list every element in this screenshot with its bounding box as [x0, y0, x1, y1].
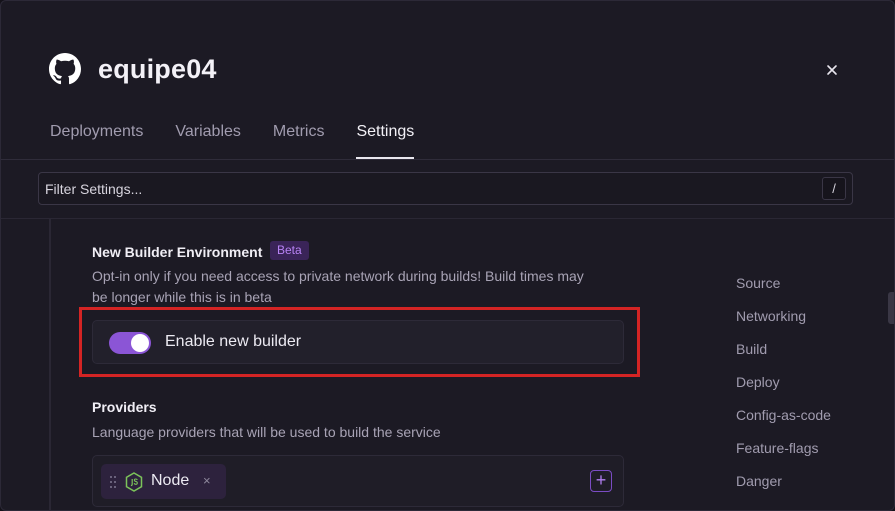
sidenav-item-config-as-code[interactable]: Config-as-code — [736, 405, 831, 438]
providers-card: Node × + — [92, 455, 624, 507]
sidenav-item-source[interactable]: Source — [736, 273, 831, 306]
builder-description-line1: Opt-in only if you need access to privat… — [92, 268, 584, 284]
service-settings-panel: equipe04 Deployments Variables Metrics S… — [0, 0, 895, 511]
builder-section-title: New Builder Environment — [92, 244, 263, 260]
tab-metrics[interactable]: Metrics — [273, 123, 325, 159]
toggle-knob — [131, 334, 149, 352]
tab-deployments[interactable]: Deployments — [50, 123, 143, 159]
builder-toggle-card: Enable new builder — [92, 320, 624, 364]
tab-bar: Deployments Variables Metrics Settings — [50, 123, 446, 159]
service-header: equipe04 — [49, 53, 217, 85]
filter-settings-input[interactable] — [45, 173, 805, 204]
tab-variables[interactable]: Variables — [175, 123, 241, 159]
close-icon[interactable] — [823, 61, 841, 79]
filter-settings-bar: / — [38, 172, 853, 205]
provider-chip-node[interactable]: Node × — [101, 464, 226, 499]
sidenav-item-deploy[interactable]: Deploy — [736, 372, 831, 405]
sidenav-item-feature-flags[interactable]: Feature-flags — [736, 438, 831, 471]
tab-settings[interactable]: Settings — [356, 123, 414, 159]
enable-builder-toggle[interactable] — [109, 332, 151, 354]
toggle-label: Enable new builder — [165, 333, 302, 350]
settings-sidenav: Source Networking Build Deploy Config-as… — [736, 273, 831, 504]
provider-label: Node — [151, 472, 190, 489]
sidenav-item-danger[interactable]: Danger — [736, 471, 831, 504]
drag-handle-icon[interactable] — [109, 475, 117, 489]
nodejs-icon — [125, 472, 143, 492]
sidenav-item-build[interactable]: Build — [736, 339, 831, 372]
scrollbar-thumb[interactable] — [888, 292, 894, 324]
service-title: equipe04 — [98, 53, 217, 84]
providers-description: Language providers that will be used to … — [92, 424, 441, 440]
github-icon — [49, 53, 81, 85]
beta-badge: Beta — [270, 241, 309, 260]
tabs-divider — [1, 159, 894, 160]
providers-section-title: Providers — [92, 399, 157, 415]
remove-provider-icon[interactable]: × — [203, 473, 211, 488]
sidenav-item-networking[interactable]: Networking — [736, 306, 831, 339]
add-provider-button[interactable]: + — [590, 470, 612, 492]
builder-description-line2: be longer while this is in beta — [92, 289, 272, 305]
shortcut-key: / — [822, 177, 846, 200]
content-rail — [49, 219, 51, 510]
filter-divider — [1, 218, 894, 219]
